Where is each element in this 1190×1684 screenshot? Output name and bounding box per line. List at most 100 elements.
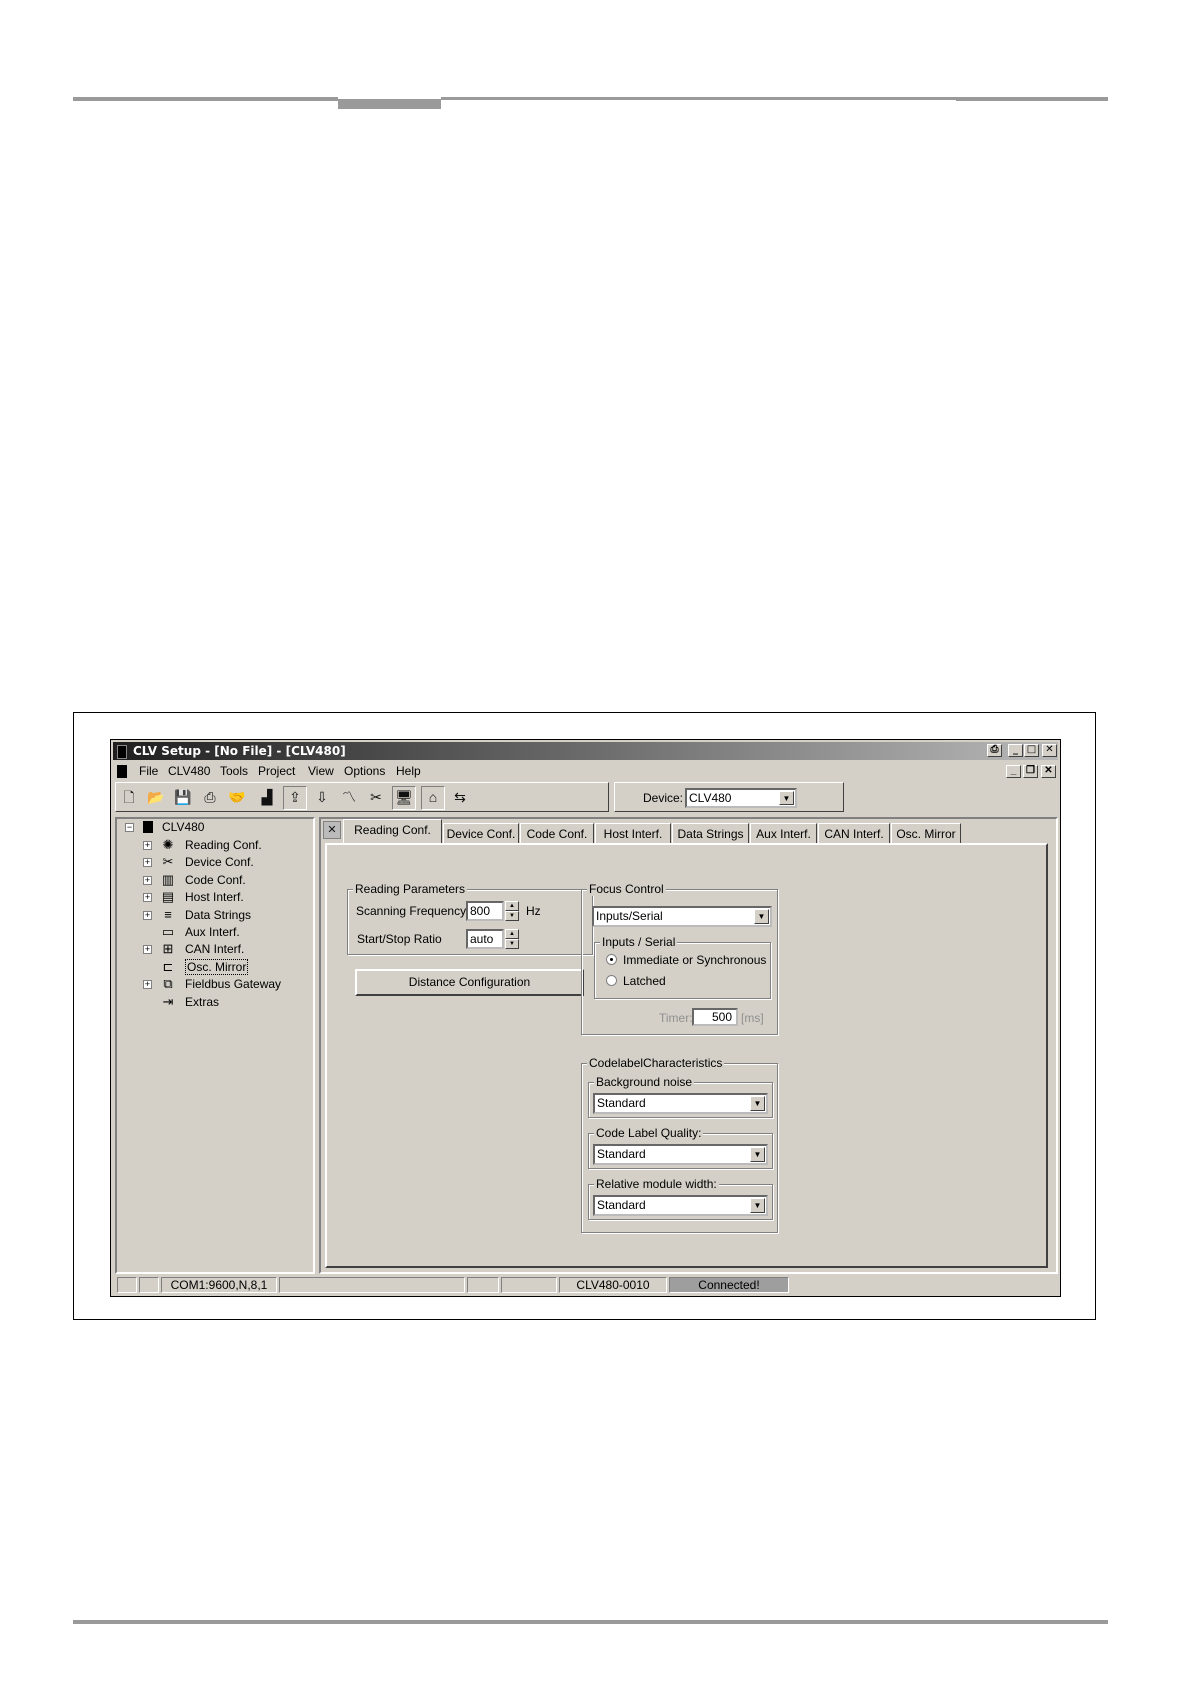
background-noise-select[interactable]: Standard ▼: [593, 1093, 768, 1114]
spin-down-icon[interactable]: ▼: [505, 911, 519, 921]
menu-help[interactable]: Help: [396, 764, 421, 778]
tab-host-interf[interactable]: Host Interf.: [595, 823, 671, 843]
tree-item-label[interactable]: CAN Interf.: [185, 942, 244, 956]
timer-input[interactable]: 500: [692, 1008, 738, 1026]
menu-file[interactable]: File: [139, 764, 158, 778]
radio-latched-label[interactable]: Latched: [623, 974, 666, 988]
status-device-id: CLV480-0010: [559, 1277, 667, 1293]
tree-item-label[interactable]: Aux Interf.: [185, 925, 240, 939]
tree-root-label[interactable]: CLV480: [162, 820, 204, 834]
download-icon[interactable]: ⇩: [312, 787, 332, 807]
child-minimize-button[interactable]: _: [1006, 765, 1021, 778]
house-icon[interactable]: ⌂: [421, 786, 445, 810]
tree-item-label[interactable]: Code Conf.: [185, 873, 246, 887]
tree-expand-toggle[interactable]: +: [143, 910, 152, 920]
save-icon[interactable]: 💾: [173, 787, 193, 807]
tree-expand-toggle[interactable]: +: [143, 945, 152, 955]
code-label-quality-group: Code Label Quality: Standard ▼: [588, 1126, 773, 1169]
window-restore-icon[interactable]: ⎙: [987, 744, 1002, 757]
tree-item-label[interactable]: Device Conf.: [185, 855, 254, 869]
tree-expand-toggle[interactable]: +: [143, 980, 152, 990]
new-file-icon[interactable]: 🗋: [119, 787, 139, 807]
tab-device-conf[interactable]: Device Conf.: [443, 823, 519, 843]
module-width-select[interactable]: Standard ▼: [593, 1195, 768, 1216]
status-port-text: COM1:9600,N,8,1: [170, 1278, 268, 1292]
radio-latched[interactable]: [606, 975, 617, 986]
maximize-button[interactable]: □: [1024, 744, 1039, 757]
child-restore-button[interactable]: ❐: [1023, 765, 1038, 778]
chevron-down-icon[interactable]: ▼: [754, 909, 769, 924]
tree-expand-toggle[interactable]: +: [143, 841, 152, 850]
spin-down-icon[interactable]: ▼: [505, 939, 519, 949]
tree-item-label[interactable]: Extras: [185, 995, 219, 1009]
minimize-button[interactable]: _: [1008, 744, 1023, 757]
header-rule-tab: [338, 99, 441, 109]
tree-expand-toggle[interactable]: +: [143, 875, 152, 885]
status-pane-5: [467, 1277, 499, 1293]
tree-item-label[interactable]: Osc. Mirror: [185, 958, 249, 975]
child-close-button[interactable]: ✕: [1041, 765, 1056, 778]
tree-item-label[interactable]: Data Strings: [185, 908, 251, 922]
scan-frequency-unit: Hz: [526, 904, 541, 918]
background-noise-value: Standard: [597, 1096, 646, 1110]
tab-data-strings[interactable]: Data Strings: [672, 823, 749, 843]
menu-view[interactable]: View: [308, 764, 334, 778]
graph-icon[interactable]: 〽: [339, 787, 359, 807]
upload-icon[interactable]: ⇪: [283, 786, 307, 810]
code-label-quality-title: Code Label Quality:: [594, 1126, 704, 1140]
status-bar: COM1:9600,N,8,1 CLV480-0010 Connected!: [115, 1277, 1058, 1295]
aux-icon: ▭: [161, 924, 175, 939]
tab-aux-interf[interactable]: Aux Interf.: [750, 823, 817, 843]
chevron-down-icon[interactable]: ▼: [750, 1096, 765, 1111]
scanner-icon[interactable]: ✂: [366, 787, 386, 807]
menu-options[interactable]: Options: [344, 764, 385, 778]
tree-expand-toggle[interactable]: +: [143, 858, 152, 868]
tab-can-interf[interactable]: CAN Interf.: [818, 823, 890, 843]
close-tab-icon[interactable]: ✕: [323, 821, 341, 839]
chevron-down-icon[interactable]: ▼: [750, 1147, 765, 1162]
status-pane-1: [117, 1277, 137, 1293]
print-icon[interactable]: ⎙: [200, 787, 220, 807]
chevron-down-icon[interactable]: ▼: [750, 1198, 765, 1213]
spin-up-icon[interactable]: ▲: [505, 901, 519, 911]
module-width-group: Relative module width: Standard ▼: [588, 1177, 773, 1220]
bar-chart-icon[interactable]: ▟: [257, 787, 277, 807]
screenshot-frame: CLV Setup - [No File] - [CLV480] ⎙ _ □ ✕…: [73, 712, 1096, 1320]
spin-up-icon[interactable]: ▲: [505, 929, 519, 939]
window-title: CLV Setup - [No File] - [CLV480]: [133, 744, 346, 758]
ratio-spinner[interactable]: ▲ ▼: [505, 929, 519, 949]
distance-configuration-button[interactable]: Distance Configuration: [355, 969, 584, 996]
scan-frequency-spinner[interactable]: ▲ ▼: [505, 901, 519, 921]
tab-osc-mirror[interactable]: Osc. Mirror: [891, 823, 961, 843]
code-label-quality-select[interactable]: Standard ▼: [593, 1144, 768, 1165]
codelabel-group: CodelabelCharacteristics Background nois…: [581, 1056, 778, 1233]
tree-item-label[interactable]: Host Interf.: [185, 890, 244, 904]
tree-item-label[interactable]: Reading Conf.: [185, 838, 262, 852]
scan-frequency-input[interactable]: 800: [466, 901, 504, 921]
tree-item-label[interactable]: Fieldbus Gateway: [185, 977, 281, 991]
tab-reading-conf[interactable]: Reading Conf.: [343, 819, 442, 843]
menu-clv480[interactable]: CLV480: [168, 764, 210, 778]
handshake-icon[interactable]: 🤝: [227, 787, 247, 807]
open-folder-icon[interactable]: 📂: [146, 787, 166, 807]
radio-immediate-label[interactable]: Immediate or Synchronous: [623, 953, 766, 967]
io-icon[interactable]: ⇆: [450, 787, 470, 807]
chevron-down-icon[interactable]: ▼: [779, 791, 794, 805]
inputs-serial-title: Inputs / Serial: [600, 935, 678, 949]
menu-project[interactable]: Project: [258, 764, 295, 778]
start-stop-ratio-input[interactable]: auto: [466, 929, 504, 949]
device-select[interactable]: CLV480 ▼: [685, 788, 797, 808]
monitor-icon[interactable]: 🖥: [392, 786, 416, 810]
tree-root-collapse[interactable]: −: [125, 823, 134, 832]
tree-expand-toggle[interactable]: +: [143, 893, 152, 903]
focus-mode-select[interactable]: Inputs/Serial ▼: [592, 906, 772, 927]
tab-code-conf[interactable]: Code Conf.: [520, 823, 594, 843]
title-bar[interactable]: CLV Setup - [No File] - [CLV480] ⎙ _ □ ✕: [113, 742, 1058, 760]
start-stop-ratio-value: auto: [470, 932, 494, 946]
radio-selected-dot: [610, 958, 613, 961]
menu-tools[interactable]: Tools: [220, 764, 248, 778]
close-button[interactable]: ✕: [1042, 744, 1057, 757]
radio-immediate[interactable]: [606, 954, 617, 965]
device-value: CLV480: [689, 791, 732, 805]
scan-frequency-label: Scanning Frequency: [356, 904, 467, 918]
